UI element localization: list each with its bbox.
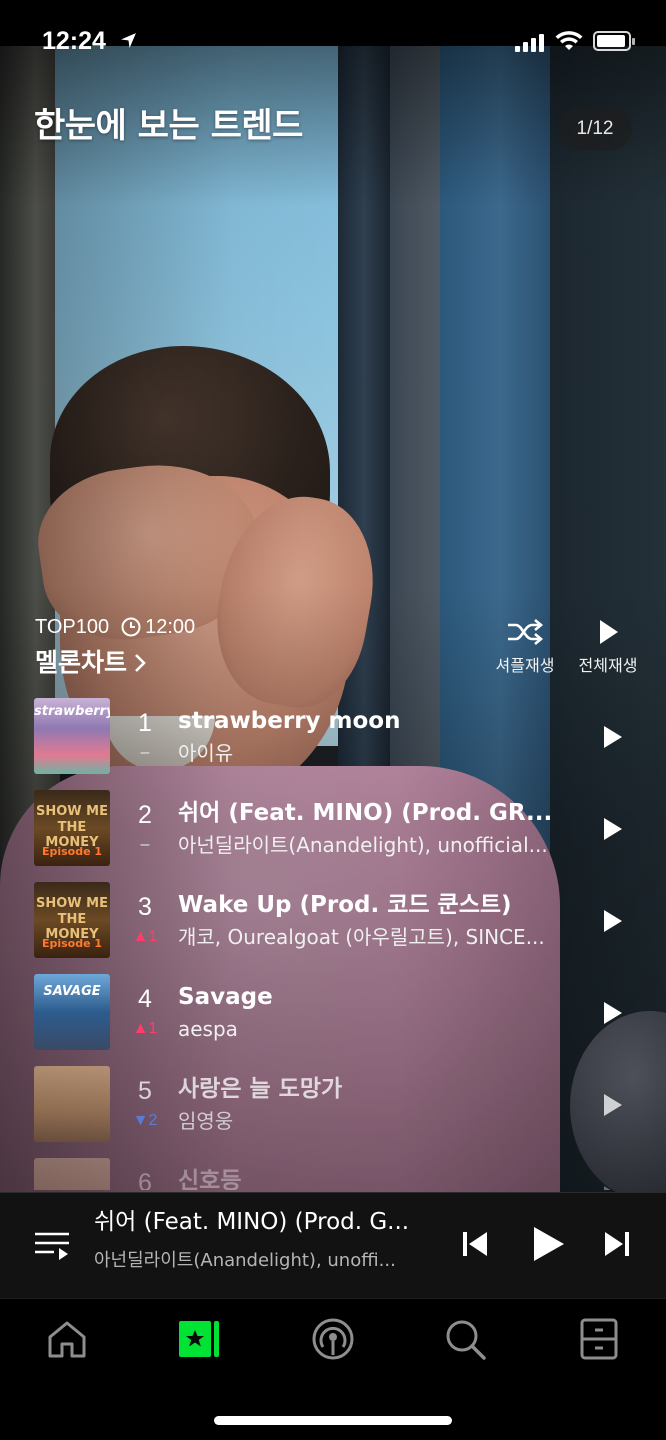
chart-row[interactable]: 6 신호등 [0,1150,666,1190]
chart-rank: 3 [138,893,152,921]
now-playing-artist: 아넌딜라이트(Anandelight), unoffi... [94,1250,396,1271]
chart-name-link[interactable]: 멜론차트 [35,646,147,680]
chart-row[interactable]: 5 ▼2 사랑은 늘 도망가 임영웅 [0,1058,666,1150]
chart-rank: 2 [138,801,152,829]
playlist-queue-icon[interactable] [34,1229,70,1261]
next-track-icon[interactable] [602,1229,632,1259]
play-icon[interactable] [598,907,626,935]
song-title: 신호등 [178,1168,242,1190]
album-cover: SAVAGE [34,974,110,1050]
song-artist: 임영웅 [178,1109,234,1133]
now-playing-title: 쉬어 (Feat. MINO) (Prod. G... [94,1209,410,1235]
album-cover [34,1066,110,1142]
rank-change: ▲1 [132,1020,158,1037]
play-pause-icon[interactable] [530,1225,566,1263]
status-bar: 12:24 [0,0,666,55]
wifi-icon [555,31,583,50]
album-cover [34,1158,110,1190]
previous-track-icon[interactable] [460,1229,490,1259]
song-artist: 아이유 [178,741,234,765]
chart-label: TOP100 [35,615,110,638]
chart-rank: 5 [138,1077,152,1105]
album-cover: SHOW ME THE MONEY Episode 1 [34,790,110,866]
chart-rank: 4 [138,985,152,1013]
rank-change-value: 1 [148,1020,158,1037]
rank-change: ▼2 [132,1112,158,1129]
chart-row[interactable]: strawberry 1 – strawberry moon 아이유 [0,690,666,782]
song-artist: 아넌딜라이트(Anandelight), unofficial... [178,833,548,857]
song-title: 쉬어 (Feat. MINO) (Prod. GR... [178,800,553,826]
page-title: 한눈에 보는 트렌드 [34,106,303,146]
album-cover: strawberry [34,698,110,774]
chart-name: 멜론차트 [35,648,128,677]
chart-row[interactable]: SAVAGE 4 ▲1 Savage aespa [0,966,666,1058]
song-artist: aespa [178,1017,238,1041]
home-indicator [214,1416,452,1425]
play-icon [600,620,618,644]
clock-icon [121,617,141,637]
chart-icon[interactable] [177,1317,221,1361]
album-cover: SHOW ME THE MONEY Episode 1 [34,882,110,958]
play-icon[interactable] [598,999,626,1027]
battery-icon [593,31,635,51]
play-all-button[interactable]: 전체재생 [568,616,648,676]
cellular-signal-icon [515,32,545,52]
mini-player[interactable]: 쉬어 (Feat. MINO) (Prod. G... 아넌딜라이트(Anand… [0,1192,666,1298]
song-title: Savage [178,984,273,1010]
shuffle-play-button[interactable]: 셔플재생 [485,616,565,676]
chart-meta: TOP100 12:00 [35,614,195,640]
song-title: 사랑은 늘 도망가 [178,1076,343,1102]
chart-row[interactable]: SHOW ME THE MONEY Episode 1 2 – 쉬어 (Feat… [0,782,666,874]
chevron-right-icon [135,654,146,672]
location-arrow-icon [121,33,136,48]
rank-change: – [140,836,150,853]
chart-rank: 1 [138,709,152,737]
chart-rank: 6 [138,1169,152,1190]
rank-change: – [140,744,150,761]
song-title: Wake Up (Prod. 코드 쿤스트) [178,892,512,918]
play-all-label: 전체재생 [578,656,638,675]
podcast-icon[interactable] [311,1317,355,1361]
rank-change-value: 1 [148,928,158,945]
search-icon[interactable] [443,1317,487,1361]
library-icon[interactable] [577,1317,621,1361]
chart-update-time: 12:00 [145,615,196,638]
play-icon[interactable] [598,723,626,751]
shuffle-play-label: 셔플재생 [495,656,555,675]
chart-list: strawberry 1 – strawberry moon 아이유 SHOW … [0,690,666,1190]
home-icon[interactable] [45,1317,89,1361]
status-time: 12:24 [42,27,106,55]
page-indicator: 1/12 [558,108,632,150]
chart-row[interactable]: SHOW ME THE MONEY Episode 1 3 ▲1 Wake Up… [0,874,666,966]
song-title: strawberry moon [178,708,401,734]
song-artist: 개코, Ourealgoat (아우릴고트), SINCE... [178,925,545,949]
rank-change-value: 2 [148,1112,158,1129]
play-icon[interactable] [598,815,626,843]
rank-change: ▲1 [132,928,158,945]
play-icon[interactable] [598,1091,626,1119]
play-icon[interactable] [598,1183,626,1190]
shuffle-icon [508,619,544,645]
